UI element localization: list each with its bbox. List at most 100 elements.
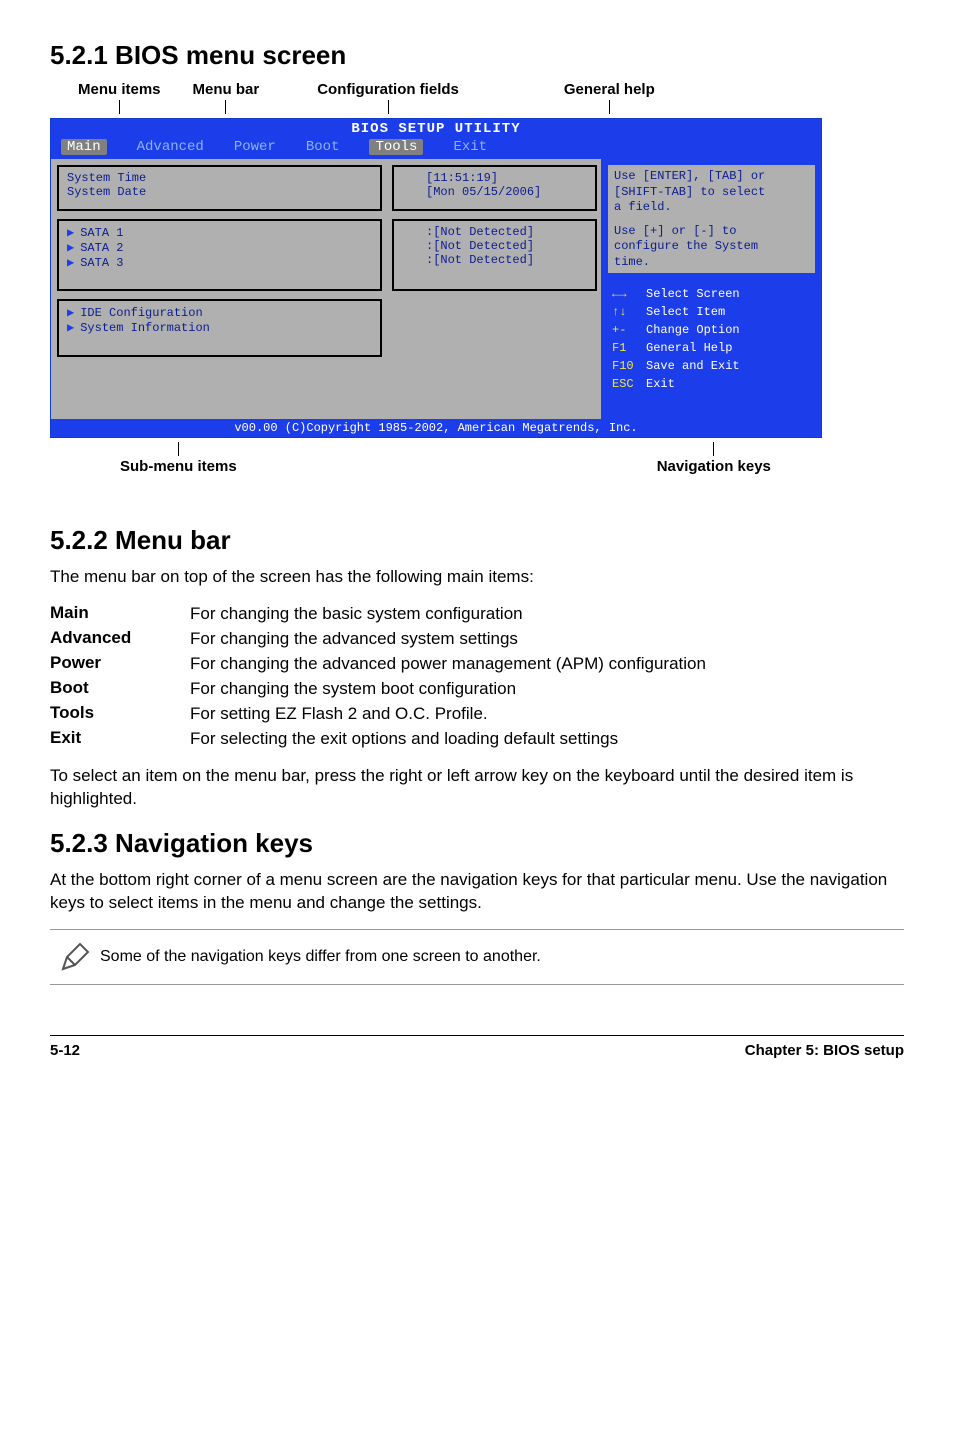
def-desc-boot: For changing the system boot configurati…: [190, 678, 904, 701]
def-row: Exit For selecting the exit options and …: [50, 728, 904, 751]
nav-general-help: General Help: [646, 341, 732, 355]
outro-522: To select an item on the menu bar, press…: [50, 765, 904, 811]
bios-copyright: v00.00 (C)Copyright 1985-2002, American …: [51, 419, 821, 437]
def-row: Main For changing the basic system confi…: [50, 603, 904, 626]
nav-save-exit: Save and Exit: [646, 359, 740, 373]
footer-chapter: Chapter 5: BIOS setup: [745, 1042, 904, 1059]
submenu-arrow-icon: ▶: [67, 241, 74, 255]
label-menu-bar: Menu bar: [193, 81, 260, 98]
submenu-arrow-icon: ▶: [67, 306, 74, 320]
page-footer: 5-12 Chapter 5: BIOS setup: [50, 1035, 904, 1059]
tab-tools[interactable]: Tools: [369, 139, 423, 155]
box-sata: ▶ SATA 1 ▶ SATA 2 ▶ SATA 3: [57, 219, 382, 291]
help-line: [SHIFT-TAB] to select: [614, 185, 809, 201]
def-row: Power For changing the advanced power ma…: [50, 653, 904, 676]
tick: [713, 442, 714, 456]
bios-mid-column: [11:51:19] [Mon 05/15/2006] :[Not Detect…: [388, 159, 601, 419]
label-submenu-items: Sub-menu items: [120, 458, 237, 475]
bios-body: System Time System Date ▶ SATA 1 ▶ SATA 2 …: [51, 159, 821, 419]
def-term-main: Main: [50, 603, 190, 626]
tick: [178, 442, 179, 456]
note-text: Some of the navigation keys differ from …: [100, 948, 541, 966]
tick: [388, 100, 389, 114]
diagram-top-labels: Menu items Menu bar Configuration fields…: [50, 81, 904, 114]
value-date[interactable]: [Mon 05/15/2006]: [402, 185, 587, 199]
submenu-arrow-icon: ▶: [67, 226, 74, 240]
label-menu-items: Menu items: [78, 81, 161, 98]
key-arrows: ←→: [612, 285, 646, 303]
bios-menubar: Main Advanced Power Boot Tools Exit: [51, 137, 821, 159]
key-plusminus: +-: [612, 321, 646, 339]
def-desc-exit: For selecting the exit options and loadi…: [190, 728, 904, 751]
help-line: Use [ENTER], [TAB] or: [614, 169, 809, 185]
footer-page-number: 5-12: [50, 1042, 80, 1059]
heading-522: 5.2.2 Menu bar: [50, 525, 904, 556]
key-f1: F1: [612, 339, 646, 357]
intro-522: The menu bar on top of the screen has th…: [50, 566, 904, 589]
label-config-fields: Configuration fields: [317, 81, 459, 98]
tick: [119, 100, 120, 114]
submenu-arrow-icon: ▶: [67, 321, 74, 335]
item-sata3[interactable]: SATA 3: [80, 256, 123, 270]
nav-exit: Exit: [646, 377, 675, 391]
item-system-time[interactable]: System Time: [67, 171, 372, 185]
box-values-2: :[Not Detected] :[Not Detected] :[Not De…: [392, 219, 597, 291]
help-line: a field.: [614, 200, 809, 216]
label-general-help: General help: [564, 81, 655, 98]
submenu-arrow-icon: ▶: [67, 256, 74, 270]
item-sata1[interactable]: SATA 1: [80, 226, 123, 240]
nav-select-item: Select Item: [646, 305, 725, 319]
tick: [225, 100, 226, 114]
help-line: configure the System: [614, 239, 809, 255]
value-nd1: :[Not Detected]: [402, 225, 587, 239]
nav-select-screen: Select Screen: [646, 287, 740, 301]
bios-window: BIOS SETUP UTILITY Main Advanced Power B…: [50, 118, 822, 438]
help-panel: Use [ENTER], [TAB] or [SHIFT-TAB] to sel…: [606, 163, 817, 275]
box-values-1: [11:51:19] [Mon 05/15/2006]: [392, 165, 597, 211]
item-sys-info[interactable]: System Information: [80, 321, 210, 335]
box-config: ▶ IDE Configuration ▶ System Information: [57, 299, 382, 357]
box-system: System Time System Date: [57, 165, 382, 211]
tab-power[interactable]: Power: [234, 139, 276, 155]
help-line: Use [+] or [-] to: [614, 224, 809, 240]
tab-exit[interactable]: Exit: [453, 139, 487, 155]
def-row: Boot For changing the system boot config…: [50, 678, 904, 701]
def-term-power: Power: [50, 653, 190, 676]
def-desc-power: For changing the advanced power manageme…: [190, 653, 904, 676]
heading-521: 5.2.1 BIOS menu screen: [50, 40, 904, 71]
definitions-list: Main For changing the basic system confi…: [50, 603, 904, 751]
help-line: time.: [614, 255, 809, 271]
def-term-exit: Exit: [50, 728, 190, 751]
heading-523: 5.2.3 Navigation keys: [50, 828, 904, 859]
note: Some of the navigation keys differ from …: [50, 929, 904, 985]
tab-main[interactable]: Main: [61, 139, 107, 155]
value-nd2: :[Not Detected]: [402, 239, 587, 253]
value-time[interactable]: [11:51:19]: [402, 171, 587, 185]
def-row: Advanced For changing the advanced syste…: [50, 628, 904, 651]
tab-advanced[interactable]: Advanced: [137, 139, 204, 155]
bios-left-column: System Time System Date ▶ SATA 1 ▶ SATA 2 …: [51, 159, 388, 419]
bios-title: BIOS SETUP UTILITY: [51, 119, 821, 137]
item-sata2[interactable]: SATA 2: [80, 241, 123, 255]
value-nd3: :[Not Detected]: [402, 253, 587, 267]
nav-keys-panel: ←→Select Screen ↑↓Select Item +-Change O…: [602, 279, 821, 399]
def-row: Tools For setting EZ Flash 2 and O.C. Pr…: [50, 703, 904, 726]
pencil-icon: [50, 940, 100, 974]
label-navigation-keys: Navigation keys: [657, 458, 771, 475]
nav-change-option: Change Option: [646, 323, 740, 337]
def-term-advanced: Advanced: [50, 628, 190, 651]
def-term-tools: Tools: [50, 703, 190, 726]
bios-right-column: Use [ENTER], [TAB] or [SHIFT-TAB] to sel…: [601, 159, 821, 419]
def-desc-advanced: For changing the advanced system setting…: [190, 628, 904, 651]
item-ide-config[interactable]: IDE Configuration: [80, 306, 202, 320]
item-system-date[interactable]: System Date: [67, 185, 372, 199]
key-f10: F10: [612, 357, 646, 375]
diagram-bottom-labels: Sub-menu items Navigation keys: [50, 442, 904, 475]
key-esc: ESC: [612, 375, 646, 393]
def-term-boot: Boot: [50, 678, 190, 701]
tab-boot[interactable]: Boot: [306, 139, 340, 155]
body-523: At the bottom right corner of a menu scr…: [50, 869, 904, 915]
key-updown: ↑↓: [612, 303, 646, 321]
tick: [609, 100, 610, 114]
def-desc-tools: For setting EZ Flash 2 and O.C. Profile.: [190, 703, 904, 726]
